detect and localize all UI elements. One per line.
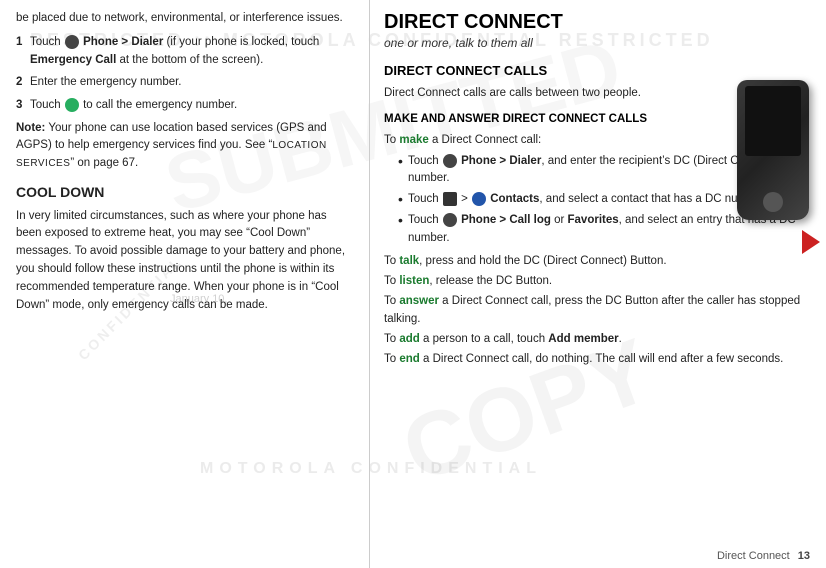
arrow-right-icon <box>802 230 820 254</box>
page-layout: be placed due to network, environmental,… <box>0 0 826 568</box>
listen-line: To listen, release the DC Button. <box>384 273 810 290</box>
step-1-num: 1 <box>16 34 30 70</box>
direct-connect-title: DIRECT CONNECT <box>384 10 810 34</box>
step-1-text: Touch Phone > Dialer (if your phone is l… <box>30 34 353 70</box>
step-2: 2 Enter the emergency number. <box>16 74 353 92</box>
talk-word: talk <box>399 255 419 267</box>
phone-shape <box>737 80 809 220</box>
contacts-icon-b2 <box>472 192 486 206</box>
right-column: DIRECT CONNECT one or more, talk to them… <box>370 0 826 568</box>
answer-word: answer <box>399 295 439 307</box>
phone-icon-b3 <box>443 213 457 227</box>
menu-icon-b2 <box>443 192 457 206</box>
bullet-dot-1: • <box>398 153 408 170</box>
step-2-text: Enter the emergency number. <box>30 74 353 92</box>
step-3-num: 3 <box>16 97 30 115</box>
step-3-text: Touch to call the emergency number. <box>30 97 353 115</box>
bullet-dot-2: • <box>398 191 408 208</box>
note-paragraph: Note: Your phone can use location based … <box>16 120 353 172</box>
call-icon-step3 <box>65 98 79 112</box>
end-word: end <box>399 353 419 365</box>
calls-title: DIRECT CONNECT CALLS <box>384 61 810 81</box>
cool-down-text: In very limited circumstances, such as w… <box>16 208 353 315</box>
left-column: be placed due to network, environmental,… <box>0 0 370 568</box>
add-word: add <box>399 333 419 345</box>
talk-line: To talk, press and hold the DC (Direct C… <box>384 253 810 270</box>
make-word: make <box>399 134 428 146</box>
phone-image-area <box>737 80 822 240</box>
cool-down-title: COOL DOWN <box>16 182 353 204</box>
footer-page-number: 13 <box>798 550 810 562</box>
footer-section-label: Direct Connect <box>717 550 790 562</box>
end-line: To end a Direct Connect call, do nothing… <box>384 351 810 368</box>
listen-word: listen <box>399 275 429 287</box>
bullet-dot-3: • <box>398 212 408 229</box>
phone-icon-b1 <box>443 154 457 168</box>
page-footer: Direct Connect 13 <box>0 550 810 562</box>
answer-line: To answer a Direct Connect call, press t… <box>384 293 810 328</box>
step-2-num: 2 <box>16 74 30 92</box>
add-line: To add a person to a call, touch Add mem… <box>384 331 810 348</box>
step-3: 3 Touch to call the emergency number. <box>16 97 353 115</box>
direct-connect-subtitle: one or more, talk to them all <box>384 34 810 53</box>
intro-text: be placed due to network, environmental,… <box>16 10 353 28</box>
phone-icon-step1 <box>65 35 79 49</box>
step-1: 1 Touch Phone > Dialer (if your phone is… <box>16 34 353 70</box>
